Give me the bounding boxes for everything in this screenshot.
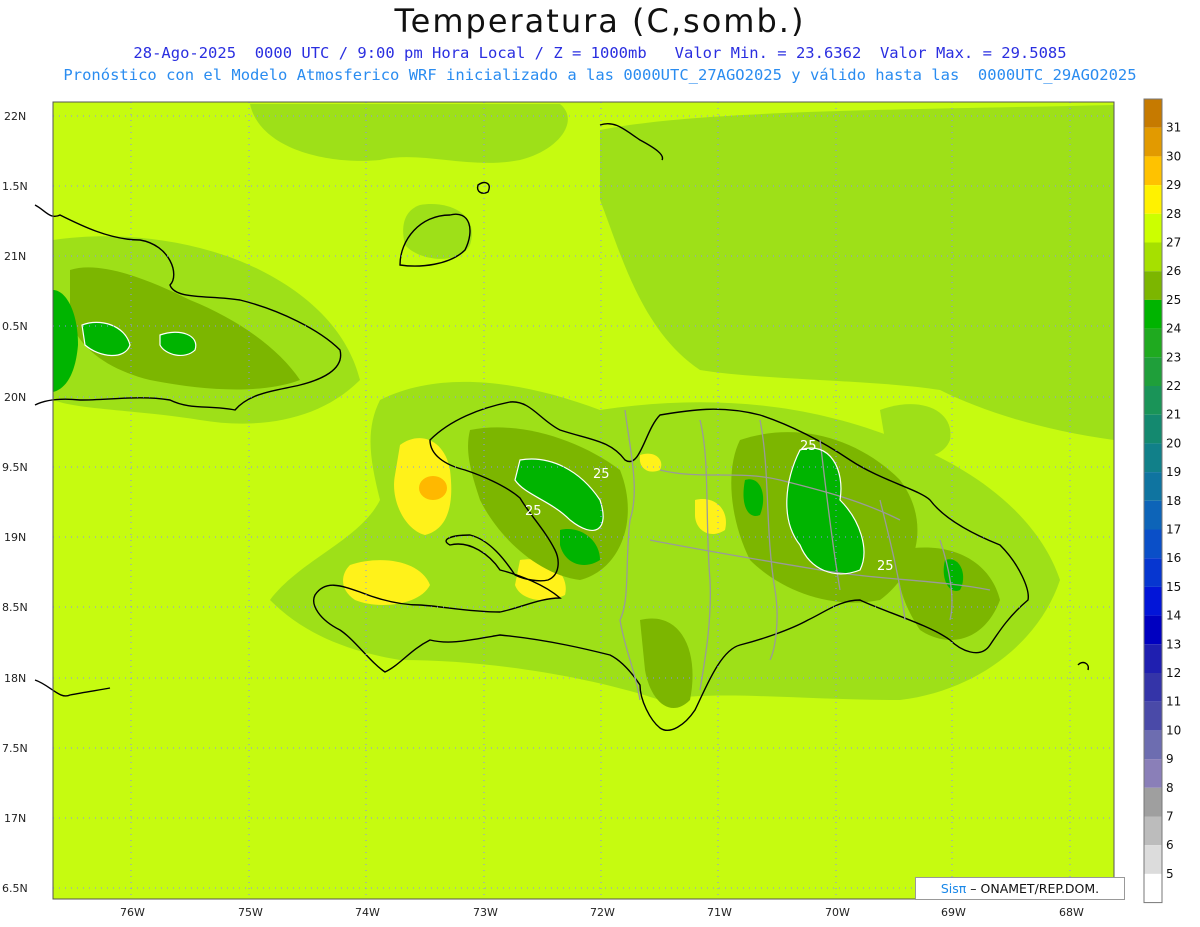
colorbar-swatch [1144,386,1162,415]
colorbar-label: 10 [1166,723,1181,737]
colorbar-swatch [1144,443,1162,473]
lat-label: 9.5N [2,461,28,474]
lat-label: 6.5N [2,882,28,895]
colorbar-label: 14 [1166,609,1181,623]
lat-label: 1.5N [2,180,28,193]
colorbar-label: 30 [1166,149,1181,163]
colorbar-label: 27 [1166,236,1181,250]
colorbar-swatch [1144,242,1162,272]
colorbar-label: 20 [1166,436,1181,450]
contour-label: 25 [525,504,542,519]
colorbar-swatch [1144,673,1162,702]
colorbar-swatch [1144,816,1162,846]
colorbar-swatch [1144,558,1162,587]
colorbar-label: 19 [1166,465,1181,479]
colorbar-swatch [1144,328,1162,358]
contour-label: 25 [800,439,817,454]
colorbar-swatch [1144,586,1162,616]
colorbar-label: 18 [1166,494,1181,508]
colorbar-swatch [1144,156,1162,186]
colorbar-label: 26 [1166,264,1181,278]
sis-logo: Sisπ [940,881,967,896]
lon-label: 69W [941,906,966,919]
lat-label: 18N [4,672,26,685]
colorbar-label: 29 [1166,178,1181,192]
colorbar-label: 25 [1166,293,1181,307]
colorbar-label: 7 [1166,810,1174,824]
colorbar-swatch [1144,730,1162,760]
lon-label: 75W [238,906,263,919]
colorbar-swatch [1144,185,1162,214]
colorbar-label: 16 [1166,551,1181,565]
lon-label: 72W [590,906,615,919]
lon-label: 68W [1059,906,1084,919]
colorbar-swatch [1144,701,1162,731]
shading-29 [419,476,447,500]
lon-label: 71W [707,906,732,919]
lat-label: 20N [4,391,26,404]
colorbar-swatch [1144,529,1162,559]
lat-label: 17N [4,812,26,825]
colorbar-label: 11 [1166,695,1181,709]
colorbar-label: 21 [1166,408,1181,422]
colorbar-label: 12 [1166,666,1181,680]
colorbar-swatch [1144,414,1162,444]
colorbar-label: 6 [1166,838,1174,852]
colorbar-label: 13 [1166,637,1181,651]
lon-axis: 76W 75W 74W 73W 72W 71W 70W 69W 68W [120,906,1084,919]
colorbar-label: 24 [1166,322,1181,336]
lat-label: 21N [4,250,26,263]
lon-label: 70W [825,906,850,919]
colorbar-swatch [1144,299,1162,329]
colorbar-label: 23 [1166,350,1181,364]
colorbar-label: 9 [1166,752,1174,766]
colorbar-swatch [1144,357,1162,386]
credit-box: Sisπ – ONAMET/REP.DOM. [915,877,1125,900]
colorbar: 31 30 29 28 27 26 25 24 23 22 21 20 19 18 17 16 15 14 13 12… [1143,98,1181,904]
colorbar-swatch [1144,213,1162,243]
lon-label: 74W [355,906,380,919]
colorbar-swatch [1144,99,1162,128]
colorbar-swatch [1144,615,1162,645]
lat-axis: 22N 1.5N 21N 0.5N 20N 9.5N 19N 8.5N 18N … [2,110,28,895]
colorbar-swatch [1144,271,1162,300]
colorbar-label: 22 [1166,379,1181,393]
colorbar-swatch [1144,644,1162,673]
lon-label: 76W [120,906,145,919]
lat-label: 22N [4,110,26,123]
colorbar-label: 28 [1166,207,1181,221]
contour-label: 25 [877,559,894,574]
lon-label: 73W [473,906,498,919]
colorbar-swatch [1144,787,1162,817]
colorbar-label: 17 [1166,523,1181,537]
lat-label: 19N [4,531,26,544]
colorbar-label: 8 [1166,781,1174,795]
temperature-map: 25 25 25 25 22N 1.5N 21N 0.5N 20N 9.5N 1… [2,98,1181,919]
credit-text: – ONAMET/REP.DOM. [970,881,1100,896]
colorbar-label: 15 [1166,580,1181,594]
lat-label: 8.5N [2,601,28,614]
colorbar-label: 5 [1166,867,1174,881]
colorbar-label: 31 [1166,121,1181,135]
colorbar-swatch [1144,845,1162,874]
colorbar-swatch [1144,127,1162,157]
colorbar-swatch [1144,873,1162,903]
lat-label: 0.5N [2,320,28,333]
lat-label: 7.5N [2,742,28,755]
colorbar-swatch [1144,759,1162,788]
colorbar-swatch [1144,500,1162,530]
colorbar-swatch [1144,472,1162,501]
